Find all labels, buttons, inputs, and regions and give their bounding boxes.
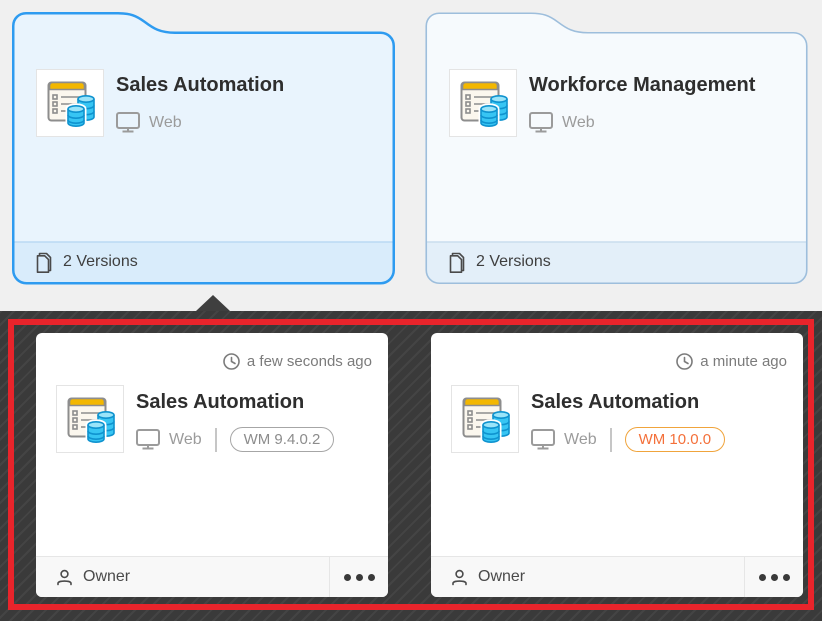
folder-card-sales-automation[interactable]: Sales Automation Web 2 Versions: [12, 12, 395, 285]
clock-icon: [676, 353, 693, 370]
monitor-icon: [136, 429, 160, 450]
version-badge: WM 10.0.0: [625, 427, 726, 452]
divider: [610, 428, 612, 452]
monitor-icon: [116, 112, 140, 133]
ellipsis-menu-button[interactable]: [329, 557, 388, 597]
timestamp-label: a minute ago: [700, 353, 787, 370]
monitor-icon: [531, 429, 555, 450]
monitor-icon: [529, 112, 553, 133]
platform-label: Web: [562, 114, 595, 132]
folder-title: Sales Automation: [116, 74, 284, 97]
platform-version-row: Web WM 9.4.0.2: [136, 427, 334, 452]
app-icon: [56, 385, 124, 453]
app-icon: [451, 385, 519, 453]
clock-icon: [223, 353, 240, 370]
platform-row: Web: [529, 112, 595, 133]
owner-label: Owner: [478, 568, 525, 586]
versions-count-label: 2 Versions: [63, 253, 138, 271]
version-card-title: Sales Automation: [531, 391, 699, 414]
app-versions-screen: Sales Automation Web 2 Versions Workforc…: [0, 0, 822, 621]
divider: [215, 428, 217, 452]
app-icon: [449, 69, 517, 137]
version-card-footer: Owner: [431, 556, 803, 597]
owner-row: Owner: [36, 568, 329, 586]
version-card-wm-1000[interactable]: a minute ago Sales Automation Web WM 10.…: [431, 333, 803, 597]
person-icon: [56, 569, 73, 586]
timestamp: a few seconds ago: [223, 353, 372, 370]
versions-pages-icon: [449, 252, 466, 273]
timestamp-label: a few seconds ago: [247, 353, 372, 370]
folder-title: Workforce Management: [529, 74, 755, 97]
folder-card-workforce-management[interactable]: Workforce Management Web 2 Versions: [425, 12, 808, 285]
platform-row: Web: [116, 112, 182, 133]
platform-label: Web: [564, 431, 597, 449]
ellipsis-menu-button[interactable]: [744, 557, 803, 597]
version-card-footer: Owner: [36, 556, 388, 597]
platform-label: Web: [149, 114, 182, 132]
expander-arrow-icon: [196, 295, 230, 311]
app-icon: [36, 69, 104, 137]
platform-label: Web: [169, 431, 202, 449]
timestamp: a minute ago: [676, 353, 787, 370]
versions-count-label: 2 Versions: [476, 253, 551, 271]
folder-footer: 2 Versions: [14, 242, 393, 282]
versions-pages-icon: [36, 252, 53, 273]
owner-row: Owner: [431, 568, 744, 586]
person-icon: [451, 569, 468, 586]
owner-label: Owner: [83, 568, 130, 586]
platform-version-row: Web WM 10.0.0: [531, 427, 725, 452]
version-badge: WM 9.4.0.2: [230, 427, 335, 452]
version-card-title: Sales Automation: [136, 391, 304, 414]
version-card-wm-9402[interactable]: a few seconds ago Sales Automation Web W…: [36, 333, 388, 597]
folder-footer: 2 Versions: [427, 242, 806, 282]
